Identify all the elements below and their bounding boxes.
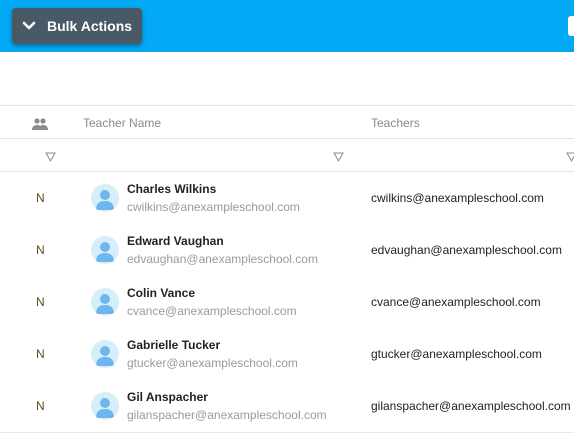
- bulk-actions-label: Bulk Actions: [47, 18, 133, 34]
- teacher-name[interactable]: Gabrielle Tucker: [127, 338, 220, 352]
- toolbar-right-control[interactable]: [568, 16, 574, 36]
- column-header-teachers[interactable]: Teachers: [371, 116, 420, 130]
- filter-row: [0, 139, 574, 172]
- avatar-icon: [91, 184, 119, 212]
- top-bar: Bulk Actions: [0, 0, 574, 52]
- teacher-email: cvance@anexampleschool.com: [371, 295, 541, 309]
- row-flag: N: [36, 191, 45, 205]
- column-header-teacher-name[interactable]: Teacher Name: [83, 116, 161, 130]
- toolbar-spacer: [0, 52, 574, 106]
- teacher-email: cwilkins@anexampleschool.com: [371, 191, 544, 205]
- teacher-sub-email: gtucker@anexampleschool.com: [127, 356, 298, 370]
- filter-icon-teachers[interactable]: [566, 149, 574, 163]
- avatar-icon: [91, 340, 119, 368]
- avatar-icon: [91, 392, 119, 420]
- people-icon: [31, 117, 49, 131]
- table-row[interactable]: N Charles Wilkins cwilkins@anexamplescho…: [0, 172, 574, 225]
- teacher-name[interactable]: Edward Vaughan: [127, 234, 224, 248]
- filter-icon-teacher-name[interactable]: [333, 149, 344, 163]
- row-flag: N: [36, 347, 45, 361]
- teacher-sub-email: edvaughan@anexampleschool.com: [127, 252, 318, 266]
- teacher-email: gilanspacher@anexampleschool.com: [371, 399, 571, 413]
- table-row[interactable]: N Gabrielle Tucker gtucker@anexamplescho…: [0, 328, 574, 381]
- teacher-sub-email: cwilkins@anexampleschool.com: [127, 200, 300, 214]
- teacher-name[interactable]: Gil Anspacher: [127, 390, 208, 404]
- avatar-icon: [91, 288, 119, 316]
- teacher-sub-email: cvance@anexampleschool.com: [127, 304, 297, 318]
- row-flag: N: [36, 295, 45, 309]
- teacher-name[interactable]: Colin Vance: [127, 286, 195, 300]
- table-row[interactable]: N Gil Anspacher gilanspacher@anexamplesc…: [0, 380, 574, 433]
- filter-icon-flag[interactable]: [45, 149, 56, 163]
- teacher-email: edvaughan@anexampleschool.com: [371, 243, 562, 257]
- table-row[interactable]: N Colin Vance cvance@anexampleschool.com…: [0, 276, 574, 329]
- bulk-actions-button[interactable]: Bulk Actions: [12, 8, 142, 44]
- row-flag: N: [36, 243, 45, 257]
- avatar-icon: [91, 236, 119, 264]
- table-header: Teacher Name Teachers: [0, 106, 574, 139]
- row-flag: N: [36, 399, 45, 413]
- teacher-email: gtucker@anexampleschool.com: [371, 347, 542, 361]
- table-row[interactable]: N Edward Vaughan edvaughan@anexamplescho…: [0, 224, 574, 277]
- chevron-down-icon: [20, 17, 38, 35]
- teacher-name[interactable]: Charles Wilkins: [127, 182, 216, 196]
- teacher-sub-email: gilanspacher@anexampleschool.com: [127, 408, 327, 422]
